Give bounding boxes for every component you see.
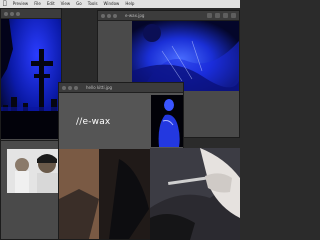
share-icon[interactable]	[223, 13, 228, 18]
blue-figure-image	[151, 95, 183, 147]
menu-item-edit[interactable]: Edit	[47, 0, 55, 8]
window-minimize-button[interactable]	[10, 11, 14, 16]
blue-figure-art	[151, 95, 183, 147]
window-zoom-button[interactable]	[16, 11, 20, 16]
window-close-button[interactable]	[62, 85, 66, 90]
people-photo-art	[7, 149, 63, 193]
apple-menu-icon[interactable]: 	[3, 0, 7, 8]
people-photo	[7, 149, 63, 193]
markup-icon[interactable]	[231, 13, 236, 18]
window-zoom-button[interactable]	[74, 85, 78, 90]
window-close-button[interactable]	[4, 11, 8, 16]
e-wax-image	[132, 21, 239, 91]
menu-item-app[interactable]: Preview	[13, 0, 29, 8]
menu-item-tools[interactable]: Tools	[88, 0, 98, 8]
window-minimize-button[interactable]	[68, 85, 72, 90]
e-wax-label: //e-wax	[76, 117, 111, 127]
window-minimize-button[interactable]	[107, 13, 111, 18]
menu-bar:  Preview File Edit View Go Tools Window…	[0, 0, 240, 8]
window-title: hello kitti.jpg	[86, 85, 113, 90]
window-titlebar[interactable]	[1, 9, 61, 19]
window-close-button[interactable]	[101, 13, 105, 18]
window-titlebar[interactable]: e-wax.jpg	[98, 11, 239, 21]
knife-photo-art	[150, 148, 240, 240]
menu-item-go[interactable]: Go	[76, 0, 82, 8]
cemetery-image	[1, 19, 61, 139]
menu-item-view[interactable]: View	[61, 0, 71, 8]
menu-item-help[interactable]: Help	[125, 0, 134, 8]
window-zoom-button[interactable]	[113, 13, 117, 18]
window-toolbar-icons	[207, 13, 236, 18]
knife-photo-window[interactable]	[150, 148, 240, 240]
e-wax-image-art	[132, 21, 239, 91]
cemetery-image-art	[1, 19, 61, 139]
menu-item-window[interactable]: Window	[104, 0, 120, 8]
window-titlebar[interactable]: hello kitti.jpg	[59, 83, 183, 93]
menu-item-file[interactable]: File	[34, 0, 41, 8]
image-window-top-left[interactable]	[0, 8, 62, 148]
image-window-bottom-left[interactable]	[0, 140, 64, 240]
zoom-icon[interactable]	[215, 13, 220, 18]
info-icon[interactable]	[207, 13, 212, 18]
window-title: e-wax.jpg	[125, 13, 145, 18]
